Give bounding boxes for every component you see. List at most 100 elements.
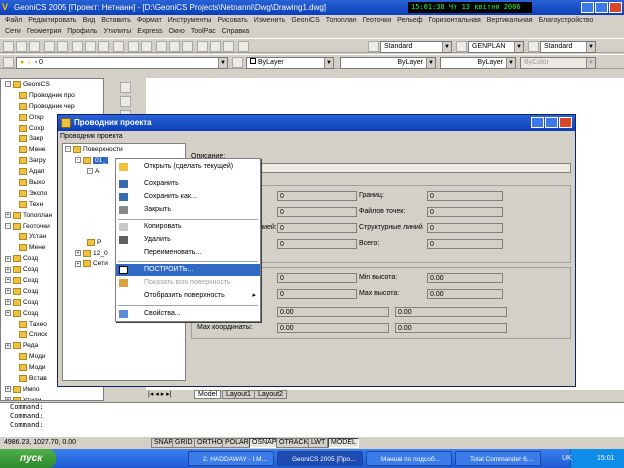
paste-icon[interactable] <box>98 41 109 52</box>
menu-item-show-all[interactable]: Показать всю поверхность <box>116 277 260 289</box>
tab-model[interactable]: Model <box>194 390 222 399</box>
design-center-icon[interactable] <box>210 41 221 52</box>
menu-item-delete[interactable]: Удалить <box>116 234 260 246</box>
expand-icon[interactable]: + <box>5 299 11 306</box>
minimize-button[interactable] <box>581 2 594 13</box>
collapse-icon[interactable]: - <box>65 146 71 153</box>
tree-item[interactable]: + Утили <box>1 395 103 400</box>
menu-item-close[interactable]: Закрыть <box>116 204 260 216</box>
tab-layout2[interactable]: Layout2 <box>254 390 287 399</box>
collapse-icon[interactable]: - <box>75 157 81 164</box>
undo-icon[interactable] <box>128 41 139 52</box>
tree-item[interactable]: - GeoniCS <box>1 79 103 90</box>
menu-item-build[interactable]: ПОСТРОИТЬ... <box>116 264 260 276</box>
task-haddaway[interactable]: 2. HADDAWAY - I M... <box>188 451 274 466</box>
expand-icon[interactable]: + <box>75 250 81 256</box>
tab-nav-icons[interactable]: |◂ ◂ ▸ ▸| <box>148 390 172 398</box>
menu-item[interactable]: Рисовать <box>214 17 250 24</box>
dialog-minimize-button[interactable] <box>531 117 544 128</box>
expand-icon[interactable]: + <box>5 212 11 219</box>
menu-item[interactable]: ToolPac <box>188 28 219 35</box>
lineweight-select[interactable]: ByLayer ▼ <box>440 57 516 69</box>
match-icon[interactable] <box>113 41 124 52</box>
polar-toggle[interactable]: POLAR <box>222 438 252 448</box>
menu-item[interactable]: Инструменты <box>165 17 215 24</box>
save-icon[interactable] <box>29 41 40 52</box>
command-prompt[interactable]: Command: <box>10 421 624 430</box>
linetype-select[interactable]: ByLayer ▼ <box>340 57 436 69</box>
menu-item[interactable]: GeoniCS <box>288 17 322 24</box>
otrack-toggle[interactable]: OTRACK <box>276 438 312 448</box>
color-select[interactable]: ByLayer ▼ <box>246 57 334 69</box>
line-icon[interactable] <box>120 82 131 93</box>
cut-icon[interactable] <box>72 41 83 52</box>
tree-item[interactable]: Проводник про <box>1 90 103 101</box>
menu-item[interactable]: Благоустройство <box>536 17 597 24</box>
menu-item[interactable]: Файл <box>2 17 25 24</box>
task-total-commander[interactable]: Total Commander 6.... <box>455 451 541 466</box>
language-indicator[interactable]: UK <box>562 449 572 468</box>
expand-icon[interactable]: + <box>5 255 11 262</box>
grid-toggle[interactable]: GRID <box>172 438 196 448</box>
menu-item[interactable]: Геоточки <box>360 17 394 24</box>
menu-item[interactable]: Формат <box>134 17 165 24</box>
menu-item[interactable]: Изменить <box>251 17 289 24</box>
ortho-toggle[interactable]: ORTHO <box>194 438 226 448</box>
zoom-window-icon[interactable] <box>182 41 193 52</box>
expand-icon[interactable]: + <box>75 260 81 267</box>
menu-item[interactable]: Геометрия <box>24 28 64 35</box>
menu-item-open[interactable]: Открыть (сделать текущей) <box>116 161 260 173</box>
menu-item-copy[interactable]: Копировать <box>116 221 260 233</box>
layer-select[interactable]: ● ☼ ▫ 0 ▼ <box>16 57 228 69</box>
task-manual[interactable]: Манual по подсоб... <box>366 451 452 466</box>
menu-item[interactable]: Вертикальная <box>484 17 536 24</box>
print-icon[interactable] <box>44 41 55 52</box>
make-current-icon[interactable] <box>232 57 243 68</box>
preview-icon[interactable] <box>57 41 68 52</box>
zoom-icon[interactable] <box>169 41 180 52</box>
menu-item[interactable]: Горизонтальная <box>426 17 484 24</box>
lwt-toggle[interactable]: LWT <box>308 438 329 448</box>
properties-icon[interactable] <box>197 41 208 52</box>
maximize-button[interactable] <box>595 2 608 13</box>
menu-item[interactable]: Рельеф <box>394 17 425 24</box>
dialog-close-button[interactable] <box>559 117 572 128</box>
pan-icon[interactable] <box>156 41 167 52</box>
menu-item-properties[interactable]: Свойства... <box>116 308 260 320</box>
plotstyle-select[interactable]: ByColor ▼ <box>520 57 596 69</box>
collapse-icon[interactable]: - <box>5 81 11 88</box>
menu-item-display[interactable]: Отобразить поверхность ▸ <box>116 290 260 302</box>
open-icon[interactable] <box>16 41 27 52</box>
copy-icon[interactable] <box>85 41 96 52</box>
expand-icon[interactable]: + <box>5 310 11 317</box>
tree-item[interactable]: Проводник чер <box>1 101 103 112</box>
command-line[interactable]: Command: Command: Command: <box>0 402 624 437</box>
expand-icon[interactable]: + <box>5 288 11 295</box>
layer-manager-icon[interactable] <box>3 57 14 68</box>
new-icon[interactable] <box>3 41 14 52</box>
model-toggle[interactable]: MODEL <box>328 438 359 448</box>
menu-item[interactable]: Справка <box>219 28 252 35</box>
expand-icon[interactable]: + <box>5 342 11 349</box>
tool-palette-icon[interactable] <box>223 41 234 52</box>
help-icon[interactable] <box>238 41 249 52</box>
menu-item[interactable]: Профиль <box>64 28 100 35</box>
menu-item[interactable]: Вставить <box>98 17 134 24</box>
menu-item[interactable]: Сети <box>2 28 24 35</box>
table-style-select[interactable]: Standard ▼ <box>540 41 596 53</box>
menu-item[interactable]: Окно <box>166 28 188 35</box>
menu-item[interactable]: Топоплан <box>323 17 360 24</box>
expand-icon[interactable]: + <box>5 397 11 400</box>
expand-icon[interactable]: + <box>5 266 11 273</box>
menu-item-save-as[interactable]: Сохранить как... <box>116 191 260 203</box>
dialog-maximize-button[interactable] <box>545 117 558 128</box>
dim-style-select[interactable]: GENPLAN ▼ <box>468 41 524 53</box>
menu-item[interactable]: Express <box>134 28 165 35</box>
text-style-select[interactable]: Standard ▼ <box>380 41 452 53</box>
redo-icon[interactable] <box>141 41 152 52</box>
close-button[interactable] <box>609 2 622 13</box>
tree-node-surfaces[interactable]: - Поверхности <box>63 144 185 155</box>
collapse-icon[interactable]: - <box>87 168 93 175</box>
menu-item-rename[interactable]: Переименовать... <box>116 247 260 259</box>
tab-layout1[interactable]: Layout1 <box>222 390 255 399</box>
